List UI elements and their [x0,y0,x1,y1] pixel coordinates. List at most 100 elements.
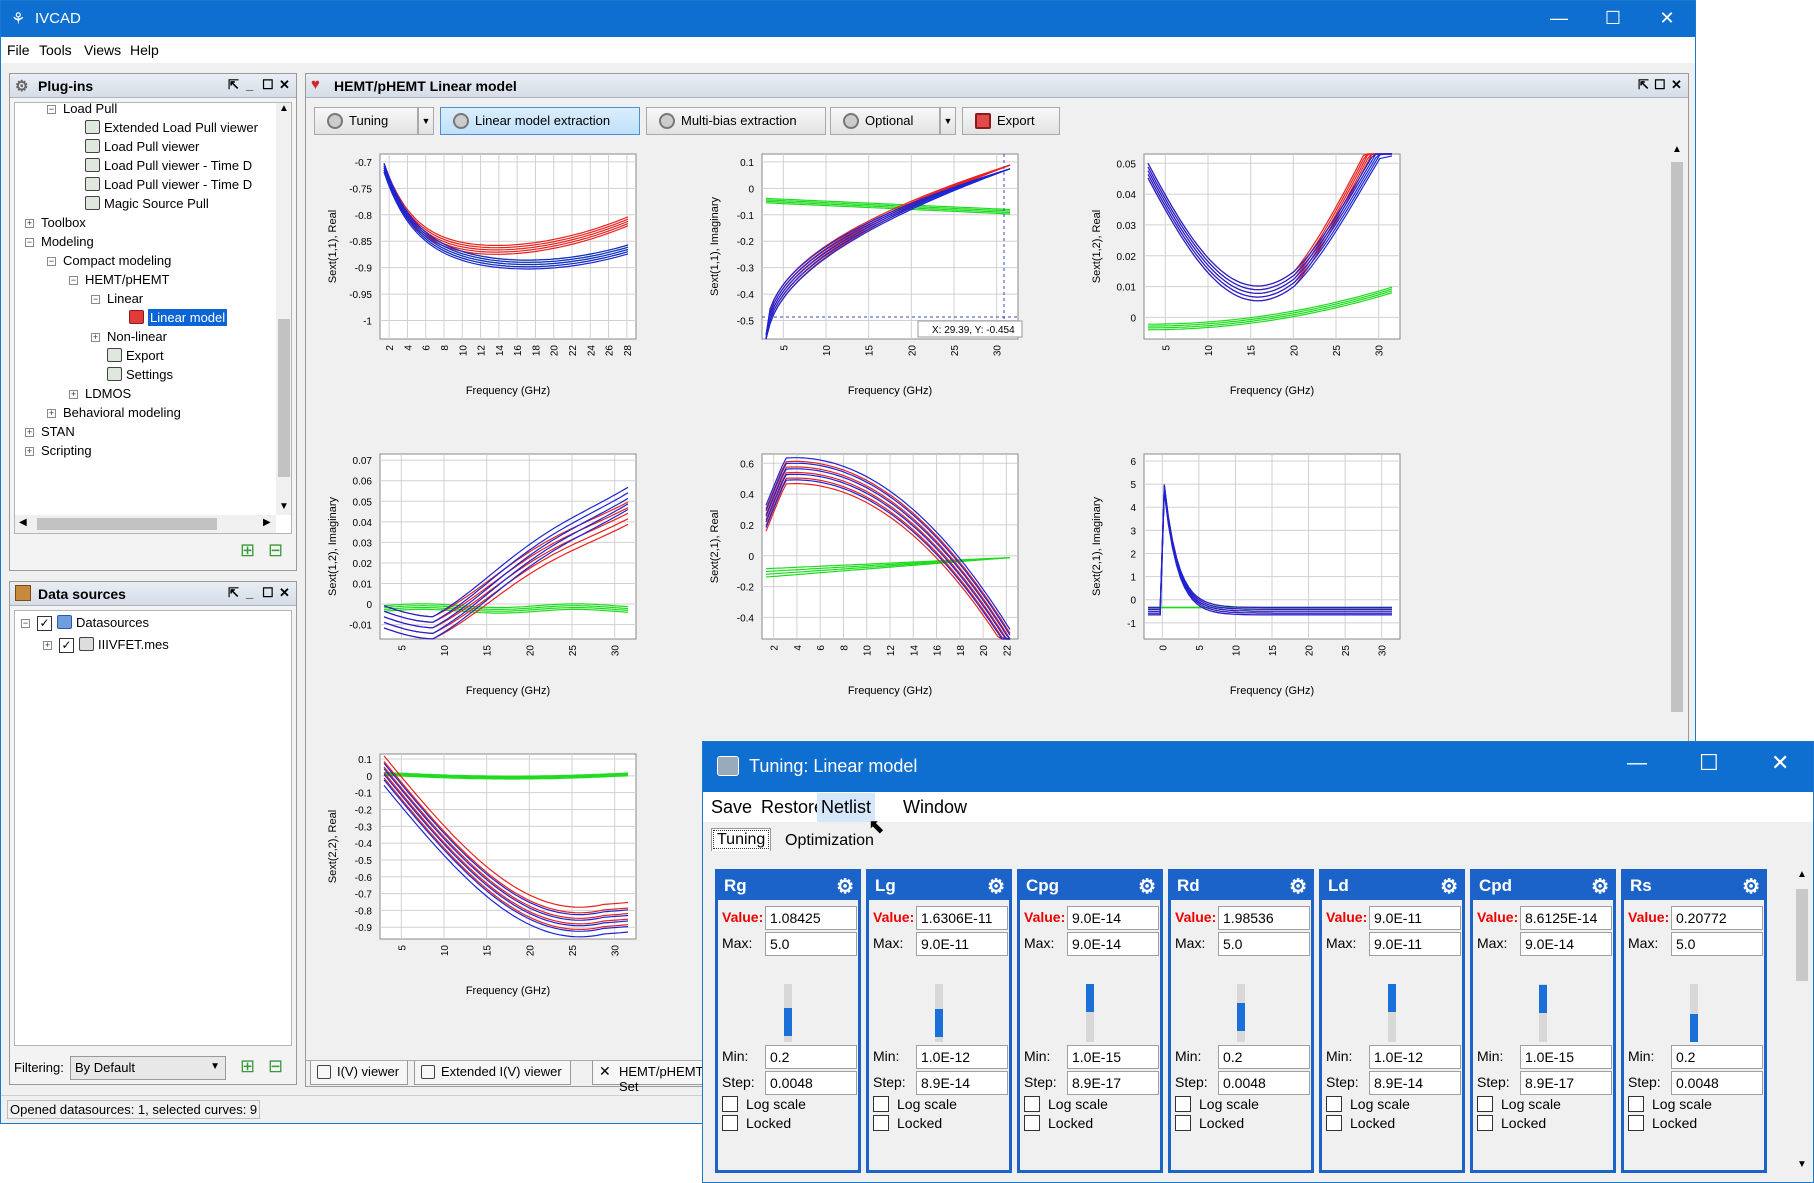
locked-checkbox[interactable] [1175,1115,1191,1131]
tree-item[interactable]: Settings [107,367,173,382]
max-field[interactable]: 9.0E-11 [916,932,1008,956]
gear-icon[interactable]: ⚙ [1138,873,1156,901]
expander-icon[interactable]: + [47,409,56,418]
value-slider[interactable] [1086,984,1094,1042]
value-field[interactable]: 9.0E-11 [1369,906,1461,930]
tree-item[interactable]: Load Pull viewer [85,139,199,154]
gear-icon[interactable]: ⚙ [1289,873,1307,901]
step-field[interactable]: 8.9E-14 [916,1071,1008,1095]
multi-bias-extraction-button[interactable]: Multi-bias extraction [646,107,826,135]
slider-handle[interactable] [784,1008,792,1036]
log-scale-checkbox[interactable] [1175,1096,1191,1112]
close-panel-icon[interactable]: ✕ [279,585,290,601]
min-field[interactable]: 1.0E-15 [1520,1045,1612,1069]
close-panel-icon[interactable]: ✕ [279,77,290,93]
vertical-scrollbar[interactable]: ▲ ▼ [276,103,291,515]
tree-item[interactable]: STAN [41,424,75,439]
expander-icon[interactable]: + [25,428,34,437]
gear-icon[interactable]: ⚙ [1440,873,1458,901]
gear-icon[interactable]: ⚙ [836,873,854,901]
gear-icon[interactable]: ⚙ [987,873,1005,901]
step-field[interactable]: 0.0048 [765,1071,857,1095]
value-field[interactable]: 8.6125E-14 [1520,906,1612,930]
collapse-all-icon[interactable]: ⊟ [268,1056,283,1077]
document-scrollbar[interactable]: ▲ [1668,144,1686,714]
locked-checkbox[interactable] [1326,1115,1342,1131]
h-scrollbar-thumb[interactable] [37,518,217,530]
menu-views[interactable]: Views [84,42,121,58]
minimize-button[interactable]: — [1537,1,1581,35]
tree-item[interactable]: Extended Load Pull viewer [85,120,258,135]
tuning-dropdown[interactable]: ▼ [418,107,434,135]
optional-button[interactable]: Optional [830,107,940,135]
expander-icon[interactable]: + [43,641,52,650]
value-slider[interactable] [1388,984,1396,1042]
slider-handle[interactable] [1086,984,1094,1012]
maximize-panel-icon[interactable]: ☐ [262,585,274,601]
tuning-scrollbar-thumb[interactable] [1796,889,1808,981]
log-scale-checkbox[interactable] [722,1096,738,1112]
min-field[interactable]: 0.2 [765,1045,857,1069]
value-slider[interactable] [1539,984,1547,1042]
log-scale-checkbox[interactable] [873,1096,889,1112]
expander-icon[interactable]: − [21,619,30,628]
maximize-panel-icon[interactable]: ☐ [262,77,274,93]
value-field[interactable]: 9.0E-14 [1067,906,1159,930]
tree-item[interactable]: Load Pull viewer - Time D [85,158,252,173]
optional-dropdown[interactable]: ▼ [940,107,956,135]
min-field[interactable]: 1.0E-12 [1369,1045,1461,1069]
gear-icon[interactable]: ⚙ [1591,873,1609,901]
expander-icon[interactable]: − [69,276,78,285]
value-field[interactable]: 0.20772 [1671,906,1763,930]
min-field[interactable]: 1.0E-15 [1067,1045,1159,1069]
tree-item[interactable]: Modeling [41,234,94,249]
menu-help[interactable]: Help [130,42,159,58]
tree-item[interactable]: Scripting [41,443,92,458]
value-slider[interactable] [1237,984,1245,1042]
expander-icon[interactable]: − [47,257,56,266]
horizontal-scrollbar[interactable]: ◀ ▶ [15,515,276,533]
expand-all-icon[interactable]: ⊞ [240,1056,255,1077]
value-slider[interactable] [784,984,792,1042]
log-scale-checkbox[interactable] [1024,1096,1040,1112]
tab-extended-iv-viewer[interactable]: Extended I(V) viewer [414,1061,571,1085]
value-field[interactable]: 1.08425 [765,906,857,930]
value-field[interactable]: 1.6306E-11 [916,906,1008,930]
menu-file[interactable]: File [7,42,30,58]
pin-icon[interactable]: ⇱ [228,77,239,93]
filter-select[interactable]: By Default ▼ [70,1056,226,1080]
tree-item[interactable]: Toolbox [41,215,86,230]
expander-icon[interactable]: − [25,238,34,247]
step-field[interactable]: 0.0048 [1671,1071,1763,1095]
max-field[interactable]: 9.0E-11 [1369,932,1461,956]
log-scale-checkbox[interactable] [1628,1096,1644,1112]
scrollbar-thumb[interactable] [278,319,290,477]
max-field[interactable]: 5.0 [1671,932,1763,956]
collapse-all-icon[interactable]: ⊟ [268,540,283,561]
minimize-panel-icon[interactable]: _ [246,77,253,92]
tree-item-file[interactable]: IIIVFET.mes [79,637,169,652]
log-scale-checkbox[interactable] [1326,1096,1342,1112]
maximize-panel-icon[interactable]: ☐ [1654,77,1666,93]
tree-item[interactable]: Export [107,348,164,363]
expander-icon[interactable]: − [91,295,100,304]
tuning-button[interactable]: Tuning [314,107,418,135]
tree-item[interactable]: Linear [107,291,143,306]
locked-checkbox[interactable] [873,1115,889,1131]
max-field[interactable]: 5.0 [1218,932,1310,956]
linear-model-extraction-button[interactable]: Linear model extraction [440,107,640,135]
gear-icon[interactable]: ⚙ [1742,873,1760,901]
pin-icon[interactable]: ⇱ [1638,77,1649,93]
close-panel-icon[interactable]: ✕ [1671,77,1682,93]
value-slider[interactable] [935,984,943,1042]
tree-item[interactable]: HEMT/pHEMT [85,272,170,287]
document-scrollbar-thumb[interactable] [1671,162,1683,712]
log-scale-checkbox[interactable] [1477,1096,1493,1112]
min-field[interactable]: 1.0E-12 [916,1045,1008,1069]
minimize-panel-icon[interactable]: _ [246,585,253,600]
step-field[interactable]: 0.0048 [1218,1071,1310,1095]
tree-item[interactable]: Behavioral modeling [63,405,181,420]
tree-item-datasources[interactable]: Datasources [57,615,149,630]
step-field[interactable]: 8.9E-17 [1520,1071,1612,1095]
min-field[interactable]: 0.2 [1218,1045,1310,1069]
